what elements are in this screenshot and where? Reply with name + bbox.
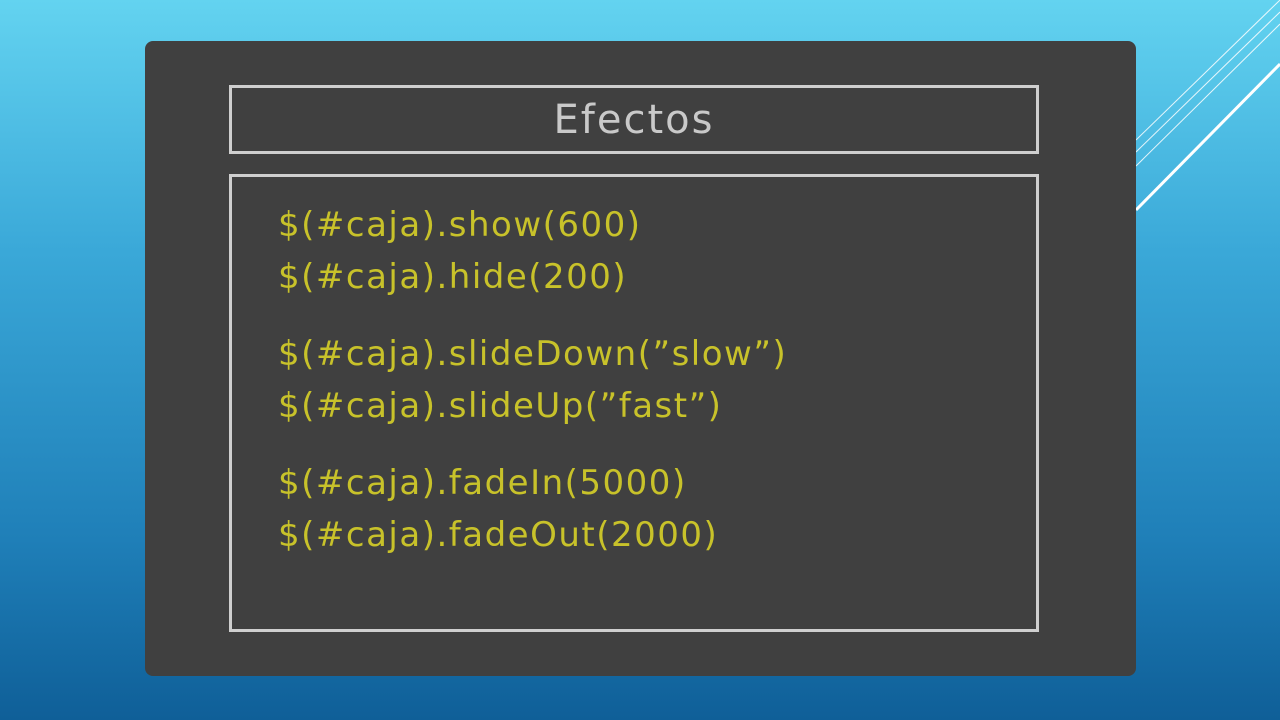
code-line-slidedown: $(#caja).slideDown(”slow”) [278,334,788,374]
code-frame: $(#caja).show(600) $(#caja).hide(200) $(… [229,174,1039,632]
decorative-diagonal-lines [1134,0,1280,212]
code-line-slideup: $(#caja).slideUp(”fast”) [278,386,723,426]
slide-group: $(#caja).slideDown(”slow”) $(#caja).slid… [278,328,1036,432]
title-frame: Efectos [229,85,1039,154]
code-line-fadein: $(#caja).fadeIn(5000) [278,463,687,503]
chalkboard-panel: Efectos $(#caja).show(600) $(#caja).hide… [145,41,1136,676]
code-line-fadeout: $(#caja).fadeOut(2000) [278,515,719,555]
code-line-hide: $(#caja).hide(200) [278,257,628,297]
slide-title: Efectos [553,96,715,143]
code-line-show: $(#caja).show(600) [278,205,642,245]
fade-group: $(#caja).fadeIn(5000) $(#caja).fadeOut(2… [278,457,1036,561]
show-hide-group: $(#caja).show(600) $(#caja).hide(200) [278,199,1036,303]
